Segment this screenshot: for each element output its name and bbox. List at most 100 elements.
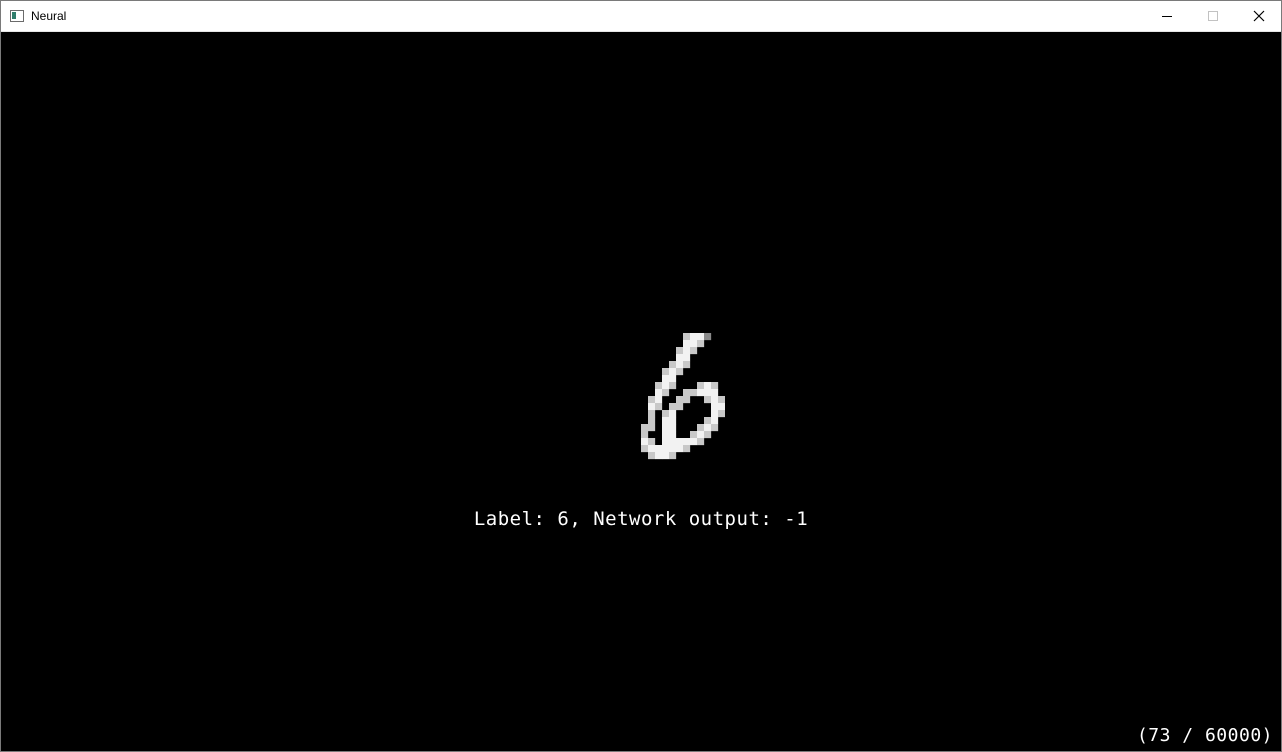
digit-pixel bbox=[641, 445, 649, 453]
window-title: Neural bbox=[31, 9, 67, 23]
digit-pixel bbox=[704, 382, 712, 390]
digit-pixel bbox=[690, 333, 698, 341]
digit-pixel bbox=[697, 333, 705, 341]
sample-counter: (73 / 60000) bbox=[1136, 725, 1273, 746]
digit-pixel bbox=[669, 424, 677, 432]
digit-pixel bbox=[711, 389, 719, 397]
digit-pixel bbox=[669, 452, 677, 460]
digit-pixel bbox=[648, 410, 656, 418]
digit-pixel bbox=[697, 389, 705, 397]
digit-pixel bbox=[711, 396, 719, 404]
digit-pixel bbox=[690, 340, 698, 348]
digit-pixel bbox=[662, 431, 670, 439]
digit-pixel bbox=[676, 396, 684, 404]
digit-pixel bbox=[662, 424, 670, 432]
digit-pixel bbox=[711, 410, 719, 418]
digit-pixel bbox=[683, 396, 691, 404]
digit-pixel bbox=[676, 354, 684, 362]
digit-pixel bbox=[704, 333, 712, 341]
digit-pixel bbox=[655, 403, 663, 411]
digit-pixel bbox=[697, 431, 705, 439]
title-bar[interactable]: Neural bbox=[1, 1, 1281, 32]
digit-pixel bbox=[669, 431, 677, 439]
digit-pixel bbox=[711, 417, 719, 425]
classification-status: Label: 6, Network output: -1 bbox=[473, 508, 809, 530]
digit-pixel bbox=[683, 361, 691, 369]
render-canvas: Label: 6, Network output: -1 (73 / 60000… bbox=[1, 32, 1281, 751]
app-icon bbox=[10, 10, 24, 22]
digit-pixel bbox=[669, 403, 677, 411]
digit-pixel bbox=[655, 396, 663, 404]
digit-pixel bbox=[676, 361, 684, 369]
digit-pixel bbox=[683, 438, 691, 446]
digit-pixel bbox=[662, 438, 670, 446]
digit-pixel bbox=[697, 424, 705, 432]
digit-pixel bbox=[704, 431, 712, 439]
digit-pixel bbox=[669, 382, 677, 390]
digit-pixel bbox=[641, 431, 649, 439]
digit-pixel bbox=[648, 417, 656, 425]
digit-pixel bbox=[690, 438, 698, 446]
digit-pixel bbox=[711, 403, 719, 411]
digit-pixel bbox=[718, 403, 725, 411]
close-button[interactable] bbox=[1236, 1, 1282, 31]
digit-pixel bbox=[662, 452, 670, 460]
digit-pixel bbox=[704, 396, 712, 404]
digit-pixel bbox=[676, 445, 684, 453]
maximize-icon bbox=[1208, 11, 1218, 21]
digit-pixel bbox=[669, 445, 677, 453]
digit-pixel bbox=[683, 347, 691, 355]
digit-pixel bbox=[655, 445, 663, 453]
digit-pixel bbox=[683, 389, 691, 397]
digit-pixel bbox=[676, 403, 684, 411]
digit-pixel bbox=[662, 445, 670, 453]
digit-pixel bbox=[648, 424, 656, 432]
digit-pixel bbox=[704, 417, 712, 425]
digit-pixel bbox=[669, 417, 677, 425]
digit-pixel bbox=[641, 424, 649, 432]
digit-pixel bbox=[683, 354, 691, 362]
digit-pixel bbox=[711, 382, 719, 390]
close-icon bbox=[1253, 10, 1265, 22]
digit-pixel bbox=[669, 375, 677, 383]
digit-pixel bbox=[704, 389, 712, 397]
digit-pixel bbox=[676, 347, 684, 355]
digit-pixel bbox=[676, 368, 684, 376]
digit-pixel bbox=[655, 389, 663, 397]
maximize-button[interactable] bbox=[1190, 1, 1236, 31]
digit-pixel bbox=[662, 410, 670, 418]
digit-pixel bbox=[655, 452, 663, 460]
digit-pixel bbox=[669, 438, 677, 446]
digit-pixel bbox=[711, 424, 719, 432]
digit-image bbox=[641, 333, 725, 460]
digit-pixel bbox=[690, 347, 698, 355]
digit-pixel bbox=[648, 403, 656, 411]
minimize-button[interactable] bbox=[1144, 1, 1190, 31]
digit-pixel bbox=[669, 361, 677, 369]
digit-pixel bbox=[683, 333, 691, 341]
digit-pixel bbox=[697, 340, 705, 348]
digit-pixel bbox=[683, 340, 691, 348]
digit-pixel bbox=[662, 389, 670, 397]
digit-pixel bbox=[676, 438, 684, 446]
digit-pixel bbox=[669, 368, 677, 376]
digit-pixel bbox=[648, 445, 656, 453]
digit-pixel bbox=[662, 375, 670, 383]
digit-pixel bbox=[648, 452, 656, 460]
digit-pixel bbox=[648, 396, 656, 404]
digit-pixel bbox=[655, 382, 663, 390]
digit-pixel bbox=[690, 431, 698, 439]
digit-pixel bbox=[718, 396, 725, 404]
digit-pixel bbox=[669, 410, 677, 418]
digit-pixel bbox=[704, 424, 712, 432]
app-window: Neural Label: 6, Network output: -1 (73 … bbox=[0, 0, 1282, 752]
digit-pixel bbox=[662, 368, 670, 376]
digit-pixel bbox=[718, 410, 725, 418]
minimize-icon bbox=[1162, 15, 1172, 17]
digit-pixel bbox=[662, 417, 670, 425]
digit-pixel bbox=[690, 389, 698, 397]
digit-pixel bbox=[641, 438, 649, 446]
digit-pixel bbox=[697, 382, 705, 390]
digit-pixel bbox=[697, 438, 705, 446]
digit-pixel bbox=[683, 445, 691, 453]
